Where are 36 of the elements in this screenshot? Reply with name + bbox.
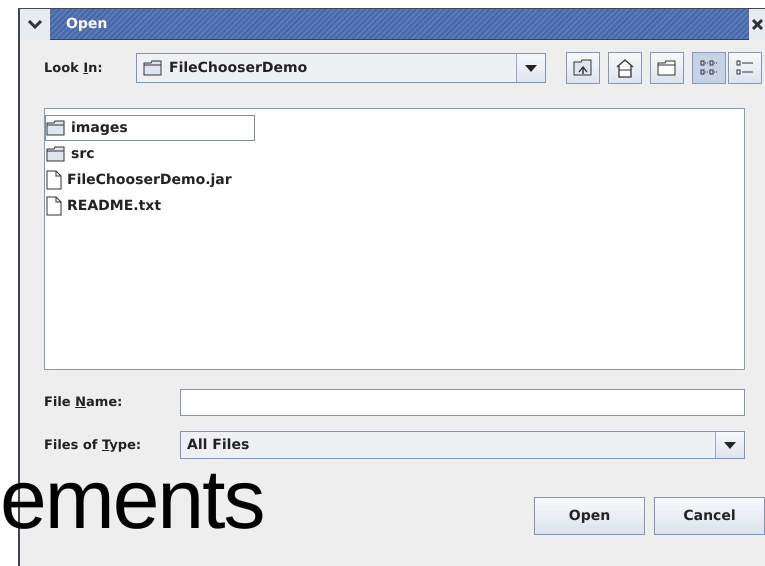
folder-icon	[46, 120, 66, 136]
dropdown-arrow-icon	[724, 442, 736, 448]
file-type-value: All Files	[187, 437, 250, 453]
look-in-dropdown[interactable]: FileChooserDemo	[136, 53, 546, 83]
details-view-icon	[736, 59, 754, 77]
home-icon	[615, 58, 635, 78]
files-of-type-label: Files of Type:	[44, 438, 142, 452]
dropdown-arrow-icon	[525, 64, 537, 72]
file-item[interactable]: FileChooserDemo.jar	[45, 167, 255, 193]
file-name: FileChooserDemo.jar	[67, 172, 232, 188]
file-type-dropdown[interactable]: All Files	[180, 431, 745, 459]
folder-icon	[46, 146, 66, 162]
file-name-field[interactable]	[180, 389, 745, 416]
dialog-button[interactable]: Open	[534, 497, 645, 535]
file-name-label: File Name:	[44, 395, 124, 410]
close-icon[interactable]	[752, 19, 762, 30]
window-title: Open	[50, 9, 749, 40]
chevron-down-icon[interactable]	[28, 20, 42, 30]
file-name: images	[71, 120, 128, 136]
list-view-icon	[700, 59, 718, 77]
up-folder-icon	[573, 59, 593, 77]
folder-icon	[143, 60, 163, 76]
look-in-label: Look In:	[44, 60, 104, 76]
toolbar-button[interactable]	[566, 52, 600, 84]
folder-icon	[657, 60, 677, 76]
file-item[interactable]: src	[45, 141, 255, 167]
file-name: README.txt	[67, 198, 162, 214]
file-item[interactable]: images	[45, 115, 255, 141]
toolbar-button[interactable]	[608, 52, 642, 84]
toolbar-button[interactable]	[728, 52, 762, 84]
file-name: src	[71, 146, 95, 162]
toolbar-button[interactable]	[692, 52, 726, 84]
folder-name: FileChooserDemo	[169, 60, 308, 76]
file-item[interactable]: README.txt	[45, 193, 255, 219]
dialog-button[interactable]: Cancel	[654, 497, 765, 535]
toolbar-button[interactable]	[650, 52, 684, 84]
